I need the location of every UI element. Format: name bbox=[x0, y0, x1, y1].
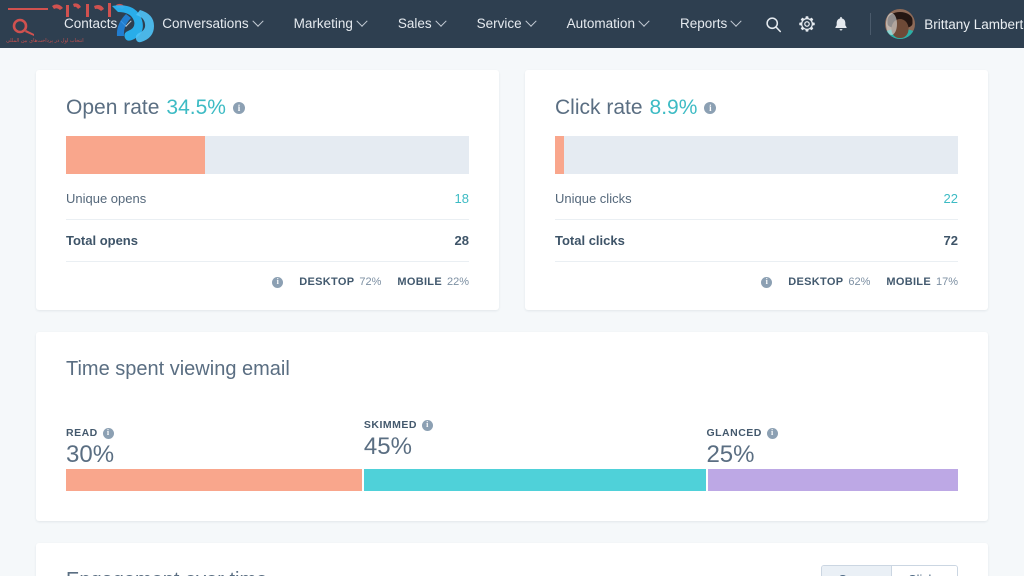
click-rate-progress-fill bbox=[555, 136, 564, 174]
time-spent-stacked-bar bbox=[66, 469, 958, 491]
nav-label: Marketing bbox=[293, 16, 353, 31]
user-menu[interactable]: Brittany Lambert bbox=[885, 9, 1024, 39]
nav-item-sales[interactable]: Sales bbox=[382, 0, 461, 48]
click-device-breakdown: i DESKTOP 62% MOBILE 17% bbox=[555, 262, 958, 288]
device-desktop-value: 72% bbox=[359, 276, 382, 288]
engagement-over-time-card: Engagement over time Opens Clicks bbox=[36, 543, 988, 576]
total-opens-label: Total opens bbox=[66, 233, 138, 248]
device-mobile-label: MOBILE bbox=[886, 276, 931, 288]
total-opens-row: Total opens 28 bbox=[66, 220, 469, 262]
device-desktop-label: DESKTOP bbox=[299, 276, 355, 288]
unique-clicks-value[interactable]: 22 bbox=[944, 191, 958, 206]
device-mobile-label: MOBILE bbox=[397, 276, 442, 288]
nav-item-reports[interactable]: Reports bbox=[664, 0, 756, 48]
unique-opens-value[interactable]: 18 bbox=[455, 191, 469, 206]
user-name: Brittany Lambert bbox=[924, 16, 1024, 32]
open-rate-progress-fill bbox=[66, 136, 206, 174]
chevron-down-icon bbox=[356, 15, 368, 27]
chevron-down-icon bbox=[251, 15, 264, 27]
engagement-metric-toggle: Opens Clicks bbox=[820, 565, 958, 576]
open-rate-label: Open rate bbox=[66, 96, 160, 119]
nav-label: Reports bbox=[679, 16, 728, 31]
click-rate-value: 8.9% bbox=[649, 96, 698, 119]
segment-bar-skimmed bbox=[363, 469, 706, 491]
top-navigation-bar: Contacts Conversations Marketing Sales S… bbox=[0, 0, 1024, 48]
device-desktop-label: DESKTOP bbox=[788, 276, 844, 288]
gear-icon[interactable] bbox=[790, 0, 824, 48]
open-rate-card: Open rate 34.5% i Unique opens 18 Total … bbox=[36, 70, 499, 310]
nav-item-contacts[interactable]: Contacts bbox=[48, 0, 146, 48]
segment-bar-read bbox=[66, 469, 362, 491]
device-mobile: MOBILE 22% bbox=[397, 276, 469, 288]
chevron-down-icon bbox=[638, 15, 650, 27]
segment-glanced-label: GLANCED bbox=[706, 427, 762, 439]
info-icon[interactable]: i bbox=[102, 427, 114, 439]
info-icon[interactable]: i bbox=[422, 419, 434, 431]
segment-label-skimmed: SKIMMED i 45% bbox=[363, 419, 434, 461]
nav-label: Automation bbox=[566, 16, 635, 31]
nav-item-automation[interactable]: Automation bbox=[551, 0, 664, 48]
unique-clicks-row: Unique clicks 22 bbox=[555, 178, 958, 220]
nav-label: Conversations bbox=[162, 16, 249, 31]
device-desktop-value: 62% bbox=[848, 276, 871, 288]
segment-label-glanced: GLANCED i 25% bbox=[706, 427, 778, 469]
open-rate-title: Open rate 34.5% i bbox=[66, 96, 469, 120]
bell-icon[interactable] bbox=[824, 0, 858, 48]
time-spent-labels: READ i 30% SKIMMED i 45% GLANCED i 25% bbox=[66, 411, 958, 469]
click-rate-card: Click rate 8.9% i Unique clicks 22 Total… bbox=[525, 70, 988, 310]
chevron-down-icon bbox=[120, 15, 132, 27]
segment-label-read: READ i 30% bbox=[66, 427, 114, 469]
click-rate-progress-track bbox=[555, 136, 958, 174]
metrics-row: Open rate 34.5% i Unique opens 18 Total … bbox=[36, 70, 988, 310]
segment-read-value: 30% bbox=[66, 441, 115, 468]
time-spent-card: Time spent viewing email READ i 30% SKIM… bbox=[36, 332, 988, 521]
info-icon[interactable]: i bbox=[272, 276, 284, 288]
nav-item-conversations[interactable]: Conversations bbox=[146, 0, 277, 48]
toggle-opens[interactable]: Opens bbox=[821, 566, 891, 576]
unique-opens-label: Unique opens bbox=[66, 191, 147, 206]
dashboard-body: Open rate 34.5% i Unique opens 18 Total … bbox=[0, 48, 1024, 576]
info-icon[interactable]: i bbox=[232, 102, 245, 114]
open-device-breakdown: i DESKTOP 72% MOBILE 22% bbox=[66, 262, 469, 288]
nav-menu: Contacts Conversations Marketing Sales S… bbox=[48, 0, 756, 48]
segment-skimmed-value: 45% bbox=[363, 433, 412, 460]
toggle-clicks[interactable]: Clicks bbox=[890, 566, 957, 576]
nav-divider bbox=[870, 13, 872, 35]
info-icon[interactable]: i bbox=[761, 276, 773, 288]
nav-item-marketing[interactable]: Marketing bbox=[278, 0, 382, 48]
nav-item-service[interactable]: Service bbox=[461, 0, 551, 48]
segment-skimmed-label: SKIMMED bbox=[363, 419, 418, 431]
search-icon[interactable] bbox=[756, 0, 790, 48]
device-desktop: DESKTOP 72% bbox=[299, 276, 381, 288]
nav-actions: Brittany Lambert bbox=[756, 0, 1024, 48]
click-rate-title: Click rate 8.9% i bbox=[555, 96, 958, 120]
device-desktop: DESKTOP 62% bbox=[788, 276, 870, 288]
nav-label: Service bbox=[476, 16, 522, 31]
unique-clicks-label: Unique clicks bbox=[555, 191, 632, 206]
nav-label: Contacts bbox=[64, 16, 118, 31]
device-mobile: MOBILE 17% bbox=[886, 276, 958, 288]
device-mobile-value: 17% bbox=[935, 276, 958, 288]
click-rate-label: Click rate bbox=[555, 96, 643, 119]
total-clicks-label: Total clicks bbox=[555, 233, 625, 248]
time-spent-title: Time spent viewing email bbox=[66, 358, 290, 380]
open-rate-progress-track bbox=[66, 136, 469, 174]
total-clicks-row: Total clicks 72 bbox=[555, 220, 958, 262]
total-opens-value: 28 bbox=[454, 233, 469, 248]
open-rate-value: 34.5% bbox=[166, 96, 226, 119]
total-clicks-value: 72 bbox=[943, 233, 958, 248]
avatar bbox=[885, 9, 916, 39]
segment-glanced-value: 25% bbox=[706, 441, 755, 468]
info-icon[interactable]: i bbox=[766, 427, 778, 439]
segment-bar-glanced bbox=[707, 469, 958, 491]
unique-opens-row: Unique opens 18 bbox=[66, 178, 469, 220]
device-mobile-value: 22% bbox=[446, 276, 469, 288]
nav-label: Sales bbox=[397, 16, 432, 31]
segment-read-label: READ bbox=[66, 427, 98, 439]
chevron-down-icon bbox=[730, 15, 742, 27]
chevron-down-icon bbox=[434, 15, 447, 27]
chevron-down-icon bbox=[524, 15, 537, 27]
info-icon[interactable]: i bbox=[704, 102, 717, 114]
